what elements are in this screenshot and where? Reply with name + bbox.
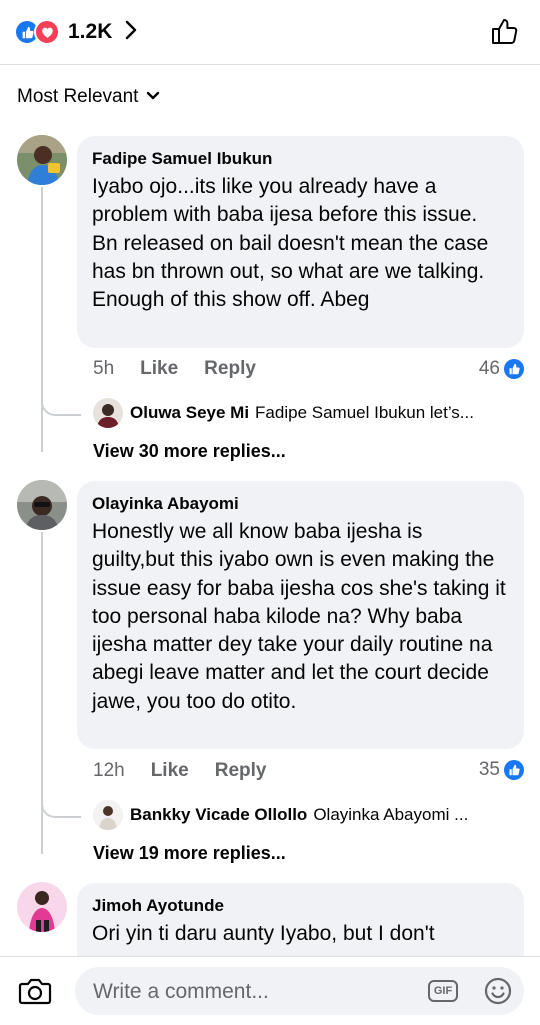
comment-composer: GIF xyxy=(0,956,540,1025)
emoji-icon[interactable] xyxy=(483,976,513,1011)
reply-preview[interactable]: Oluwa Seye Mi Fadipe Samuel Ibukun let’s… xyxy=(130,400,530,426)
reactions-summary[interactable]: 1.2K xyxy=(14,18,138,46)
comment-author[interactable]: Olayinka Abayomi xyxy=(92,493,508,515)
avatar[interactable] xyxy=(17,480,67,530)
comment-actions: 12h Like Reply xyxy=(93,758,266,784)
love-reaction-icon xyxy=(34,19,60,45)
comment-input[interactable] xyxy=(91,967,415,1017)
view-more-replies[interactable]: View 30 more replies... xyxy=(93,438,286,464)
reaction-number: 35 xyxy=(478,759,500,780)
comment-bubble[interactable]: Fadipe Samuel Ibukun Iyabo ojo...its lik… xyxy=(77,136,524,348)
comment-reaction-count[interactable]: 46 xyxy=(479,356,524,382)
sort-dropdown[interactable]: Most Relevant xyxy=(17,84,160,110)
like-icon xyxy=(504,760,524,780)
chevron-right-icon[interactable] xyxy=(124,19,138,46)
comment-actions: 5h Like Reply xyxy=(93,356,256,382)
comment-text: Honestly we all know baba ijesha is guil… xyxy=(92,520,506,713)
reply-connector xyxy=(41,800,81,818)
comment-author[interactable]: Fadipe Samuel Ibukun xyxy=(92,148,508,170)
comment-input-container[interactable]: GIF xyxy=(75,967,524,1017)
thumbs-up-icon xyxy=(492,19,518,44)
sort-label: Most Relevant xyxy=(17,86,139,107)
comment-time: 5h xyxy=(93,358,115,379)
reply-text: Olayinka Abayomi ... xyxy=(313,805,469,824)
reaction-number: 46 xyxy=(478,358,500,379)
comment-reaction-count[interactable]: 35 xyxy=(479,757,524,783)
thread-line xyxy=(41,187,43,452)
reply-author[interactable]: Oluwa Seye Mi xyxy=(130,403,249,423)
reactions-header: 1.2K xyxy=(0,0,540,65)
reply-author[interactable]: Bankky Vicade Ollollo xyxy=(130,805,307,825)
view-more-replies[interactable]: View 19 more replies... xyxy=(93,840,286,866)
like-post-button[interactable] xyxy=(490,16,520,51)
like-button[interactable]: Like xyxy=(151,760,189,782)
avatar[interactable] xyxy=(17,882,67,932)
reply-button[interactable]: Reply xyxy=(215,760,267,782)
reply-button[interactable]: Reply xyxy=(204,358,256,380)
camera-icon[interactable] xyxy=(18,975,52,1012)
comment-text: Iyabo ojo...its like you already have a … xyxy=(92,175,489,312)
comment-author[interactable]: Jimoh Ayotunde xyxy=(92,895,508,917)
reply-preview[interactable]: Bankky Vicade Ollollo Olayinka Abayomi .… xyxy=(130,802,530,828)
avatar[interactable] xyxy=(17,135,67,185)
gif-button[interactable]: GIF xyxy=(428,980,458,1002)
reaction-count: 1.2K xyxy=(68,20,113,43)
avatar[interactable] xyxy=(93,398,123,428)
comment-time: 12h xyxy=(93,760,125,781)
like-button[interactable]: Like xyxy=(140,358,178,380)
comment-text: Ori yin ti daru aunty Iyabo, but I don't xyxy=(92,922,435,945)
chevron-down-icon xyxy=(146,88,160,106)
like-icon xyxy=(504,359,524,379)
avatar[interactable] xyxy=(93,800,123,830)
reply-text: Fadipe Samuel Ibukun let’s... xyxy=(255,403,474,422)
reply-connector xyxy=(41,398,81,416)
comment-bubble[interactable]: Olayinka Abayomi Honestly we all know ba… xyxy=(77,481,524,749)
